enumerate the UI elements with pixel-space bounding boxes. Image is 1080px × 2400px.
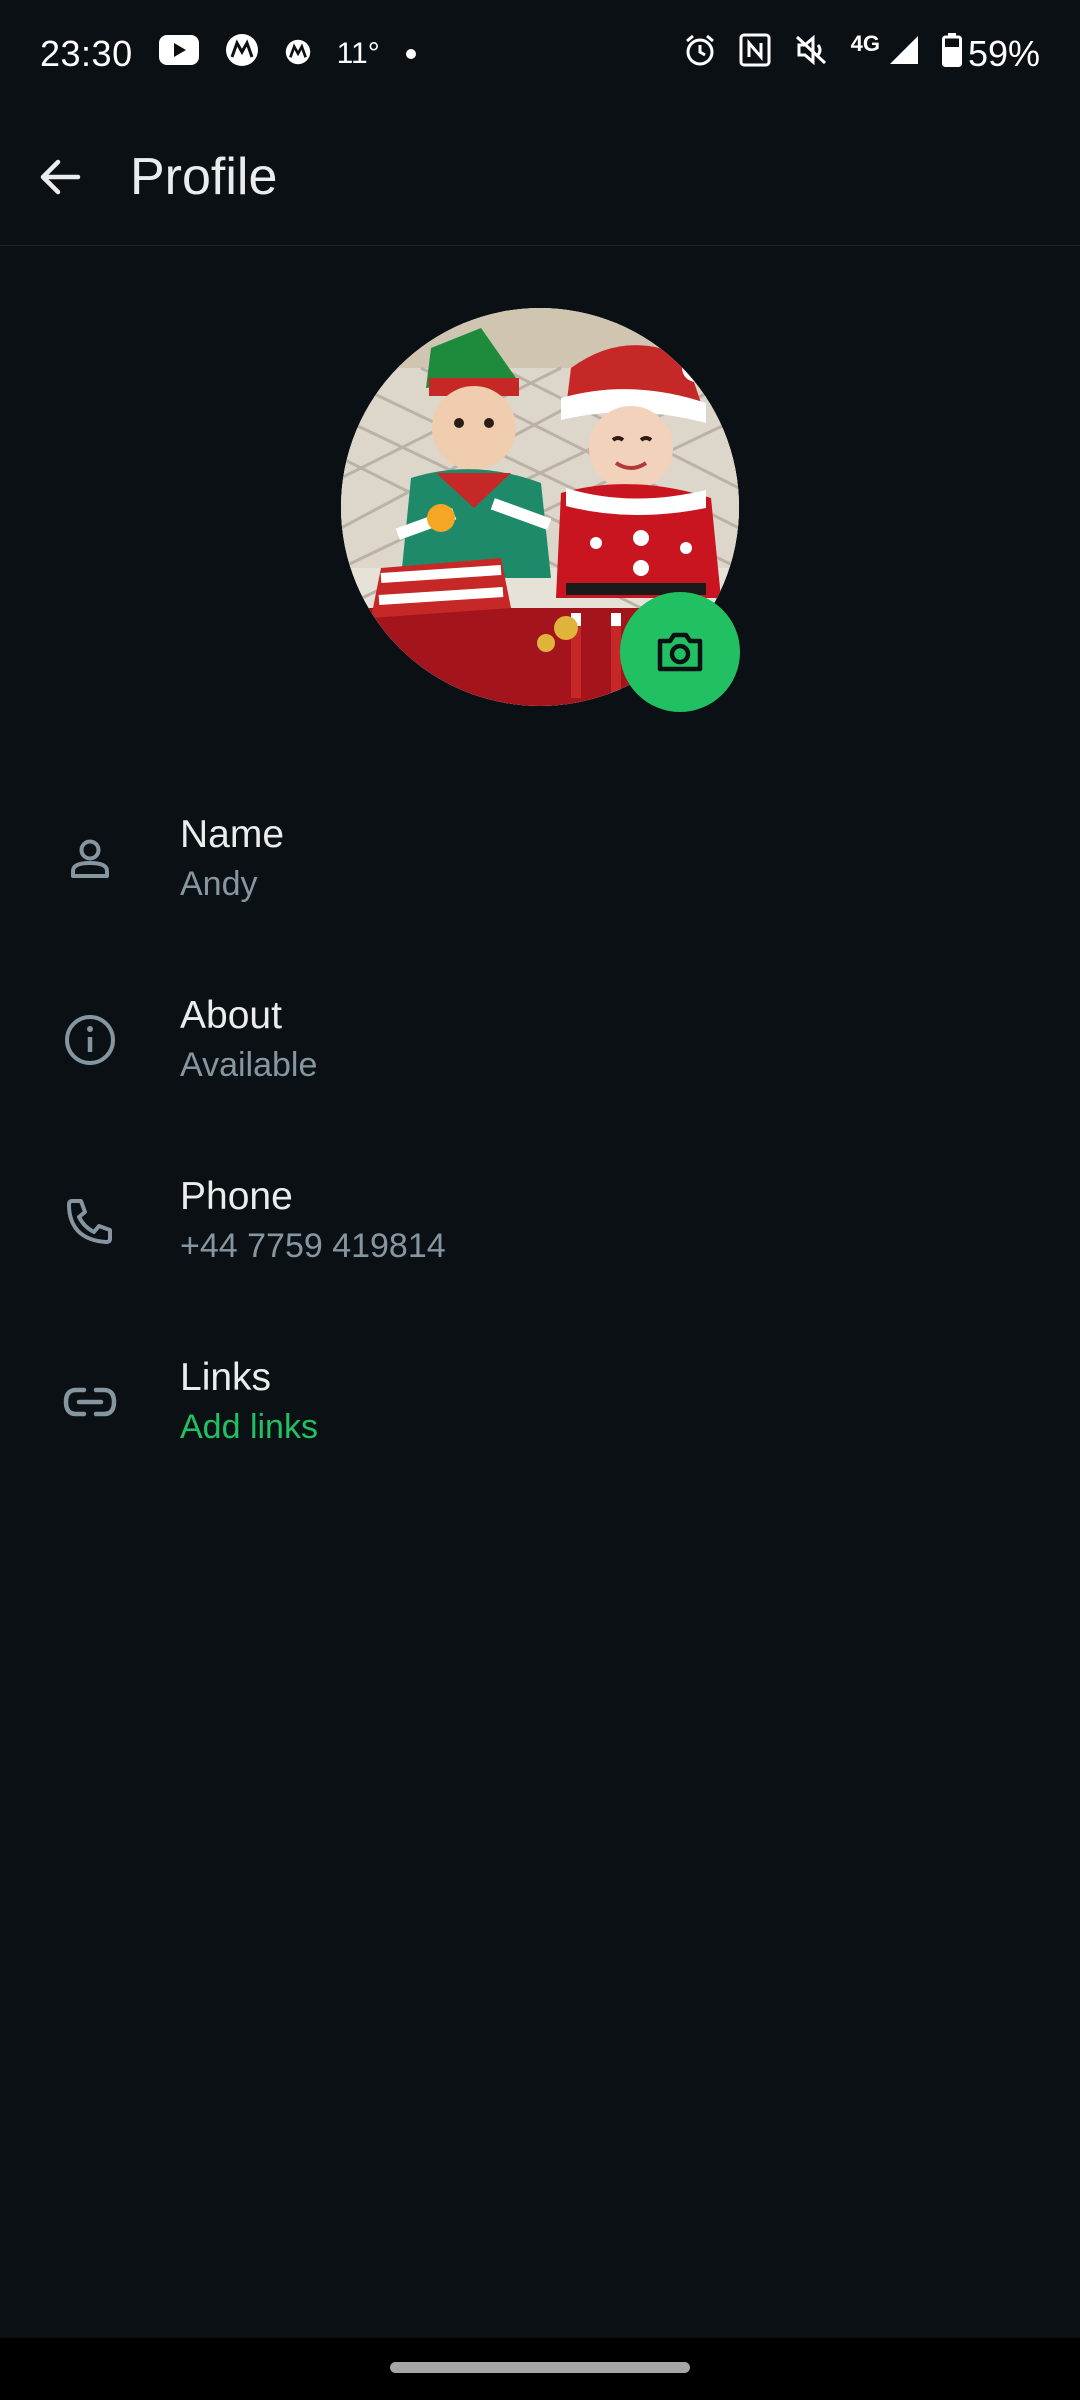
row-phone[interactable]: Phone +44 7759 419814 (0, 1130, 1080, 1311)
row-name-text: Name Andy (180, 810, 284, 908)
row-name[interactable]: Name Andy (0, 768, 1080, 949)
youtube-icon (158, 34, 199, 74)
add-links-link[interactable]: Add links (180, 1403, 318, 1451)
notification-dot (405, 49, 416, 59)
alarm-icon (683, 33, 717, 76)
row-phone-text: Phone +44 7759 419814 (180, 1172, 446, 1270)
change-photo-button[interactable] (620, 592, 740, 712)
page-title: Profile (130, 147, 278, 206)
motorola-icon (225, 33, 259, 76)
status-left: 23:30 11° (40, 33, 442, 76)
avatar-section (341, 308, 740, 712)
link-icon (60, 1372, 120, 1432)
phone-label: Phone (180, 1174, 293, 1218)
home-indicator[interactable] (390, 2362, 690, 2373)
network-type: 4G (850, 31, 880, 56)
app-bar: Profile (0, 108, 1080, 246)
phone-value: +44 7759 419814 (180, 1226, 446, 1265)
about-label: About (180, 993, 282, 1037)
name-label: Name (180, 812, 285, 856)
status-right: 4G 59% (661, 31, 1040, 76)
battery-percent: 59% (967, 33, 1040, 74)
motorola-small-icon (285, 34, 311, 74)
status-bar: 23:30 11° 4G 59% (0, 0, 1080, 108)
row-about[interactable]: About Available (0, 949, 1080, 1130)
row-links[interactable]: Links Add links (0, 1311, 1080, 1492)
camera-icon (657, 632, 703, 672)
row-about-text: About Available (180, 991, 317, 1089)
info-icon (60, 1010, 120, 1070)
profile-screen: 23:30 11° 4G 59% Profile Name Andy About… (0, 0, 1080, 2400)
signal-icon (888, 34, 920, 75)
profile-info-list: Name Andy About Available Phone +44 7759… (0, 768, 1080, 1492)
links-label: Links (180, 1355, 272, 1399)
phone-icon (60, 1191, 120, 1251)
navigation-bar (0, 2338, 1080, 2400)
about-value: Available (180, 1045, 318, 1084)
name-value: Andy (180, 864, 258, 903)
back-button[interactable] (30, 147, 90, 207)
status-temperature: 11° (336, 37, 380, 70)
status-time: 23:30 (40, 33, 133, 74)
arrow-back-icon (40, 159, 81, 194)
battery-icon (941, 32, 962, 76)
row-links-text: Links Add links (180, 1353, 318, 1451)
vibrate-off-icon (793, 33, 829, 76)
nfc-icon (739, 33, 771, 76)
person-icon (60, 829, 120, 889)
